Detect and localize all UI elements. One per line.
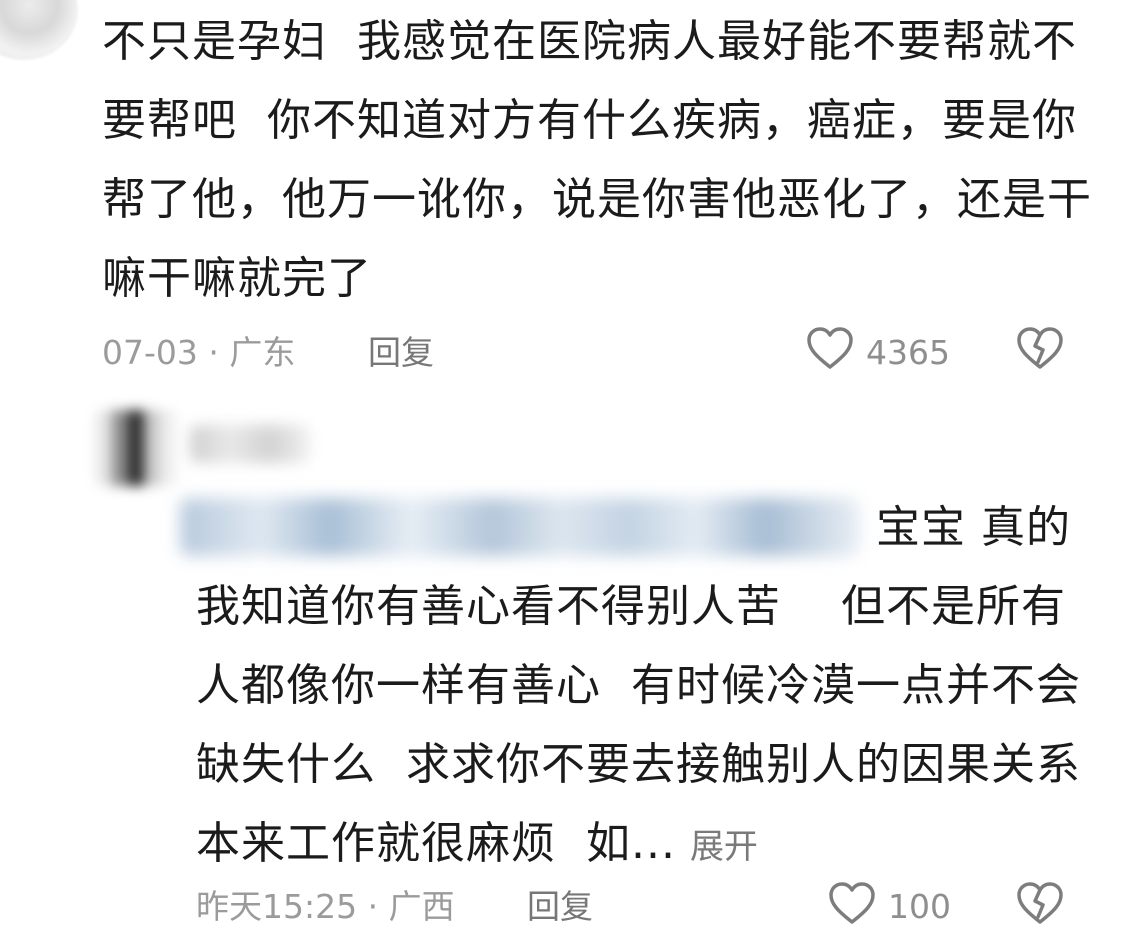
expand-button[interactable]: 展开 [690, 827, 758, 867]
broken-heart-icon[interactable] [1016, 326, 1064, 370]
avatar[interactable] [96, 410, 176, 486]
username[interactable] [190, 425, 310, 463]
reply-button[interactable]: 回复 [527, 887, 593, 927]
comment-date: 07-03 [102, 333, 198, 372]
comment-location: 广东 [229, 333, 296, 372]
like-count: 100 [888, 887, 951, 926]
reply-button[interactable]: 回复 [368, 333, 434, 373]
meta-separator: · [367, 887, 389, 926]
heart-outline-icon[interactable] [828, 881, 876, 925]
comment-text: 不只是孕妇 我感觉在医院病人最好能不要帮就不 要帮吧 你不知道对方有什么疾病，癌… [102, 16, 1092, 304]
heart-outline-icon[interactable] [806, 326, 854, 370]
comment-date: 昨天15:25 [196, 887, 358, 926]
avatar[interactable] [0, 0, 78, 60]
broken-heart-icon[interactable] [1016, 881, 1064, 925]
comment-text-line: 宝宝 真的 [876, 502, 1071, 553]
like-count: 4365 [866, 333, 950, 372]
mention-link[interactable] [180, 498, 860, 556]
comment-text: 我知道你有善心看不得别人苦 但不是所有 人都像你一样有善心 有时候冷漠一点并不会… [196, 567, 1096, 887]
comment-location: 广西 [388, 887, 455, 926]
comment-meta: 昨天15:25 · 广西 [196, 887, 455, 927]
comment-meta: 07-03 · 广东 [102, 333, 295, 373]
comment-body: 我知道你有善心看不得别人苦 但不是所有 人都像你一样有善心 有时候冷漠一点并不会… [196, 581, 1081, 869]
meta-separator: · [208, 333, 230, 372]
